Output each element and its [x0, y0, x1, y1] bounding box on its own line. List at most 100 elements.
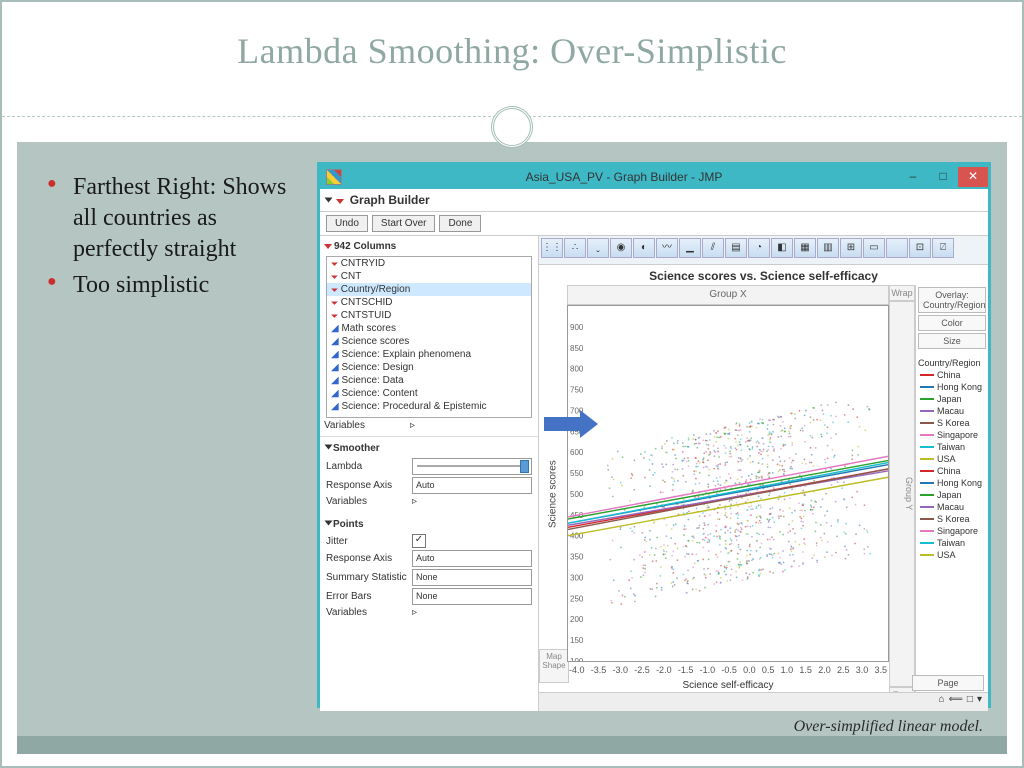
home-icon[interactable]: ⌂: [939, 694, 945, 710]
summary-statistic-select[interactable]: None: [412, 569, 532, 586]
jmp-icon: [326, 169, 342, 185]
column-item[interactable]: ◢ Science scores: [327, 335, 531, 348]
svg-text:500: 500: [570, 490, 584, 499]
legend-item[interactable]: S Korea: [918, 513, 986, 525]
disclosure-icon[interactable]: [325, 521, 333, 526]
legend-item[interactable]: Japan: [918, 489, 986, 501]
legend-item[interactable]: Macau: [918, 501, 986, 513]
element-button[interactable]: ▁: [679, 238, 701, 258]
element-button[interactable]: ˬ: [587, 238, 609, 258]
legend-item[interactable]: USA: [918, 549, 986, 561]
column-item[interactable]: ◢ Science: Explain phenomena: [327, 348, 531, 361]
element-button[interactable]: ⫽: [702, 238, 724, 258]
legend-item[interactable]: Taiwan: [918, 537, 986, 549]
element-button[interactable]: ▭: [863, 238, 885, 258]
box-icon[interactable]: □: [967, 694, 973, 710]
points-header: Points: [333, 519, 364, 530]
caption: Over-simplified linear model.: [794, 718, 983, 736]
window-titlebar[interactable]: Asia_USA_PV - Graph Builder - JMP – □ ✕: [320, 165, 988, 189]
done-button[interactable]: Done: [439, 215, 481, 232]
legend-item[interactable]: Hong Kong: [918, 381, 986, 393]
element-button[interactable]: 〰: [656, 238, 678, 258]
column-item[interactable]: ◢ Science: Procedural & Epistemic: [327, 400, 531, 413]
response-axis-select[interactable]: Auto: [412, 477, 532, 494]
chart-title: Science scores vs. Science self-efficacy: [539, 269, 988, 283]
element-button[interactable]: ◉: [610, 238, 632, 258]
element-button[interactable]: [886, 238, 908, 258]
size-dropzone[interactable]: Size: [918, 333, 986, 349]
element-button[interactable]: ▥: [817, 238, 839, 258]
jitter-checkbox[interactable]: ✓: [412, 534, 426, 548]
back-icon[interactable]: ⟸: [949, 694, 963, 710]
svg-text:650: 650: [570, 427, 584, 436]
expand-icon[interactable]: ▹: [412, 496, 417, 507]
slide: Lambda Smoothing: Over-Simplistic Farthe…: [0, 0, 1024, 768]
error-bars-select[interactable]: None: [412, 588, 532, 605]
close-button[interactable]: ✕: [958, 167, 988, 187]
page-dropzone[interactable]: Page: [912, 675, 984, 691]
error-bars-label: Error Bars: [326, 591, 412, 602]
legend-item[interactable]: S Korea: [918, 417, 986, 429]
red-triangle-icon[interactable]: [336, 199, 344, 204]
legend-item[interactable]: Japan: [918, 393, 986, 405]
overlay-dropzone[interactable]: Overlay: Country/Region: [918, 287, 986, 313]
legend-item[interactable]: USA: [918, 453, 986, 465]
start-over-button[interactable]: Start Over: [372, 215, 436, 232]
expand-icon[interactable]: ▹: [410, 420, 415, 431]
smoother-header: Smoother: [333, 443, 380, 454]
x-axis-label: Science self-efficacy: [567, 679, 889, 692]
svg-text:350: 350: [570, 553, 584, 562]
legend-item[interactable]: China: [918, 465, 986, 477]
column-item[interactable]: ◢ Math scores: [327, 322, 531, 335]
svg-text:100: 100: [570, 657, 584, 662]
element-button[interactable]: ◔: [748, 238, 770, 258]
lambda-slider[interactable]: [412, 458, 532, 475]
wrap-dropzone[interactable]: Wrap: [889, 285, 915, 301]
disclosure-icon[interactable]: [325, 445, 333, 450]
column-item[interactable]: ◢ Science: Data: [327, 374, 531, 387]
graph-builder-header[interactable]: Graph Builder: [320, 189, 988, 212]
element-button[interactable]: ▦: [794, 238, 816, 258]
right-panel: Overlay: Country/Region Color Size Count…: [915, 285, 988, 703]
column-item[interactable]: 🞃 CNTRYID: [327, 257, 531, 270]
legend-item[interactable]: Macau: [918, 405, 986, 417]
disclosure-icon[interactable]: [325, 198, 333, 203]
response-axis-select[interactable]: Auto: [412, 550, 532, 567]
expand-icon[interactable]: ▹: [412, 607, 417, 618]
element-button[interactable]: ◐: [633, 238, 655, 258]
column-item[interactable]: 🞃 Country/Region: [327, 283, 531, 296]
maximize-button[interactable]: □: [928, 167, 958, 187]
dropdown-icon[interactable]: ▾: [977, 694, 982, 710]
element-button[interactable]: ⍁: [932, 238, 954, 258]
legend-item[interactable]: Singapore: [918, 429, 986, 441]
red-triangle-icon[interactable]: [324, 244, 332, 249]
column-item[interactable]: ◢ Science: Design: [327, 361, 531, 374]
legend-item[interactable]: Singapore: [918, 525, 986, 537]
legend-item[interactable]: Hong Kong: [918, 477, 986, 489]
element-button[interactable]: ⋮⋮: [541, 238, 563, 258]
color-dropzone[interactable]: Color: [918, 315, 986, 331]
group-x-dropzone[interactable]: Group X: [567, 285, 889, 305]
minimize-button[interactable]: –: [898, 167, 928, 187]
element-button[interactable]: ∴: [564, 238, 586, 258]
element-button[interactable]: ◧: [771, 238, 793, 258]
lambda-label: Lambda: [326, 461, 412, 472]
scatter-plot[interactable]: 9008508007507006506005505004504003503002…: [567, 305, 889, 662]
column-item[interactable]: 🞃 CNTSTUID: [327, 309, 531, 322]
columns-list[interactable]: 🞃 CNTRYID🞃 CNT🞃 Country/Region🞃 CNTSCHID…: [326, 256, 532, 418]
slide-title: Lambda Smoothing: Over-Simplistic: [2, 30, 1022, 72]
group-y-dropzone[interactable]: Group Y: [889, 301, 915, 687]
column-item[interactable]: 🞃 CNT: [327, 270, 531, 283]
element-button[interactable]: ⊡: [909, 238, 931, 258]
legend-item[interactable]: Taiwan: [918, 441, 986, 453]
undo-button[interactable]: Undo: [326, 215, 368, 232]
element-button[interactable]: ▤: [725, 238, 747, 258]
svg-text:800: 800: [570, 365, 584, 374]
legend-item[interactable]: China: [918, 369, 986, 381]
bottom-accent: [17, 736, 1007, 754]
column-item[interactable]: 🞃 CNTSCHID: [327, 296, 531, 309]
variables-label: Variables: [326, 496, 412, 507]
slide-body: Farthest Right: Shows all countries as p…: [17, 142, 1007, 736]
column-item[interactable]: ◢ Science: Content: [327, 387, 531, 400]
element-button[interactable]: ⊞: [840, 238, 862, 258]
